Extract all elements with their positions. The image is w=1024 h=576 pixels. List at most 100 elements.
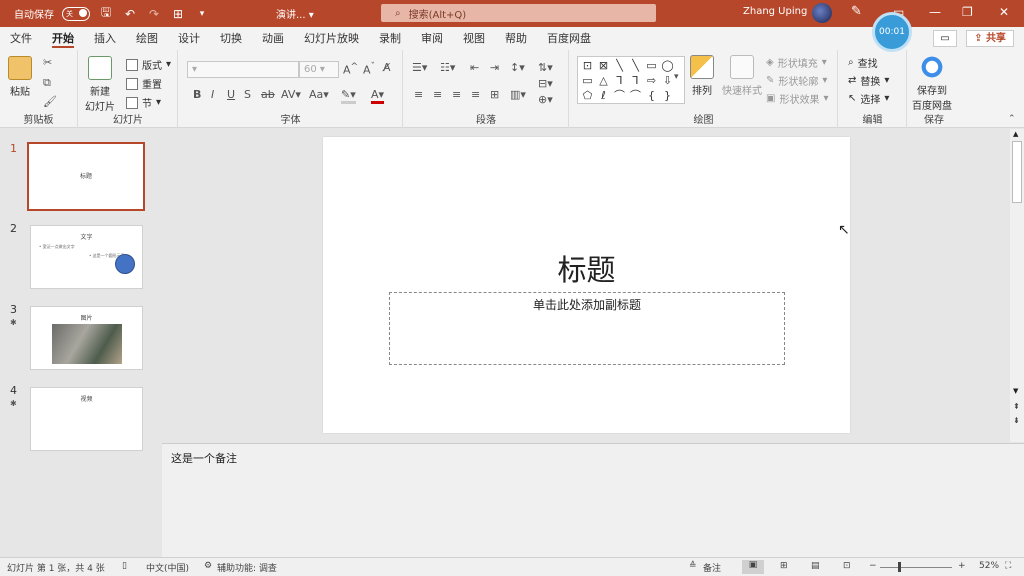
document-title[interactable]: 演讲... ▾ <box>276 6 314 21</box>
font-size-combo[interactable]: 60 ▾ <box>299 61 339 78</box>
tab-slideshow[interactable]: 幻灯片放映 <box>294 27 369 50</box>
select-button[interactable]: ↖ 选择 ▾ <box>848 91 889 106</box>
minimize-icon[interactable]: — <box>929 5 941 19</box>
decrease-indent-icon[interactable]: ⇤ <box>470 61 479 74</box>
scrollbar-thumb[interactable] <box>1012 141 1022 203</box>
bullets-icon[interactable]: ☰▾ <box>412 61 427 74</box>
layout-button[interactable]: 版式 ▾ <box>126 57 171 72</box>
tab-file[interactable]: 文件 <box>0 27 42 50</box>
columns-icon[interactable]: ▥▾ <box>510 88 526 101</box>
scroll-up-icon[interactable]: ▲ <box>1013 130 1018 138</box>
slide-canvas[interactable]: 标题 单击此处添加副标题 <box>323 137 850 433</box>
arrange-button[interactable]: 排列 <box>690 55 714 97</box>
strikethrough-icon[interactable]: ab <box>261 88 275 101</box>
slide-thumbnail-2[interactable]: 文字 • 宽泛一点做出文字 • 这是一个圆形示意 <box>30 225 143 289</box>
format-painter-icon[interactable]: 🖌 <box>43 95 57 108</box>
fit-to-window-icon[interactable]: ⛶ <box>1005 561 1011 571</box>
shapes-more-icon[interactable]: ▾ <box>674 72 679 82</box>
notes-text[interactable]: 这是一个备注 <box>171 450 237 466</box>
arc-shape-icon[interactable]: ⌒ <box>612 89 627 103</box>
justify-icon[interactable]: ≡ <box>471 88 480 101</box>
subtitle-placeholder[interactable]: 单击此处添加副标题 <box>389 292 785 365</box>
section-button[interactable]: 节 ▾ <box>126 95 161 110</box>
freeform-shape-icon[interactable]: ⬠ <box>580 89 595 103</box>
find-button[interactable]: ⌕ 查找 <box>848 55 878 70</box>
autosave-toggle[interactable]: 关 <box>62 6 90 21</box>
accessibility-status[interactable]: 辅助功能: 调查 <box>217 561 277 574</box>
quick-styles-button[interactable]: 快速样式 <box>722 55 762 97</box>
present-icon[interactable]: ⊞ <box>170 6 186 22</box>
tab-design[interactable]: 设计 <box>168 27 210 50</box>
normal-view-icon[interactable]: ▣ <box>742 560 764 574</box>
notes-toggle[interactable]: 备注 <box>703 561 721 574</box>
slide-thumbnail-4[interactable]: 视频 <box>30 387 143 451</box>
slideshow-icon[interactable]: ⊡ <box>843 561 851 571</box>
grow-font-icon[interactable]: A^ <box>343 61 358 77</box>
comments-button[interactable]: ▭ <box>933 30 957 47</box>
align-right-icon[interactable]: ≡ <box>452 88 461 101</box>
search-input[interactable]: ⌕ 搜索(Alt+Q) <box>381 4 656 22</box>
reading-view-icon[interactable]: ▤ <box>811 561 820 571</box>
vtextbox-shape-icon[interactable]: ⊠ <box>596 59 611 73</box>
zoom-slider-thumb[interactable] <box>898 562 901 572</box>
zoom-slider[interactable] <box>880 567 952 568</box>
pen-icon[interactable]: ✎ <box>851 4 862 19</box>
font-color-icon[interactable]: A▾ <box>371 88 385 104</box>
collapse-ribbon-icon[interactable]: ⌃ <box>1008 114 1016 124</box>
user-name[interactable]: Zhang Uping <box>743 6 807 17</box>
connector2-shape-icon[interactable]: ⅂ <box>628 74 643 88</box>
avatar[interactable] <box>812 3 832 23</box>
highlight-icon[interactable]: ✎▾ <box>341 88 356 104</box>
undo-icon[interactable]: ↶ <box>122 6 138 22</box>
tab-review[interactable]: 审阅 <box>411 27 453 50</box>
tab-home[interactable]: 开始 <box>42 27 84 50</box>
tab-insert[interactable]: 插入 <box>84 27 126 50</box>
shape-fill-button[interactable]: ◈ 形状填充 ▾ <box>766 55 827 70</box>
curve-shape-icon[interactable]: ℓ <box>596 89 611 103</box>
next-slide-icon[interactable]: ⇟ <box>1013 416 1020 425</box>
text-direction-icon[interactable]: ⇅▾ <box>538 61 553 74</box>
tab-help[interactable]: 帮助 <box>495 27 537 50</box>
arrow-down-shape-icon[interactable]: ⇩ <box>660 74 675 88</box>
restore-icon[interactable]: ❐ <box>962 5 973 19</box>
change-case-icon[interactable]: Aa▾ <box>309 88 329 101</box>
tab-transitions[interactable]: 切换 <box>210 27 252 50</box>
zoom-in-icon[interactable]: + <box>958 561 966 571</box>
copy-icon[interactable]: ⧉ <box>43 76 51 90</box>
notes-pane[interactable]: 这是一个备注 <box>162 443 1024 557</box>
arrow-right-shape-icon[interactable]: ⇨ <box>644 74 659 88</box>
spelling-icon[interactable]: ▯ <box>122 561 127 571</box>
tab-draw[interactable]: 绘图 <box>126 27 168 50</box>
recording-timer[interactable]: 00:01 <box>872 12 912 52</box>
align-left-icon[interactable]: ≡ <box>414 88 423 101</box>
tab-animations[interactable]: 动画 <box>252 27 294 50</box>
numbering-icon[interactable]: ☷▾ <box>440 61 455 74</box>
brace-left-shape-icon[interactable]: { <box>644 89 659 103</box>
clear-format-icon[interactable]: A̸ <box>383 61 391 74</box>
brace-right-shape-icon[interactable]: } <box>660 89 675 103</box>
font-name-combo[interactable]: ▾ <box>187 61 299 78</box>
line-spacing-icon[interactable]: ↕▾ <box>510 61 525 74</box>
bold-icon[interactable]: B <box>193 88 201 101</box>
increase-indent-icon[interactable]: ⇥ <box>490 61 499 74</box>
slide-thumbnail-3[interactable]: 图片 <box>30 306 143 370</box>
underline-icon[interactable]: U <box>227 88 235 101</box>
paste-button[interactable]: 粘贴 <box>8 56 32 98</box>
customize-qat-icon[interactable]: ▾ <box>194 6 210 22</box>
italic-icon[interactable]: I <box>211 88 214 101</box>
arc2-shape-icon[interactable]: ⌒ <box>628 89 643 103</box>
tab-record[interactable]: 录制 <box>369 27 411 50</box>
align-text-icon[interactable]: ⊟▾ <box>538 77 553 90</box>
scroll-down-icon[interactable]: ▼ <box>1013 387 1018 395</box>
redo-icon[interactable]: ↷ <box>146 6 162 22</box>
save-to-baidu-button[interactable]: 保存到 百度网盘 <box>912 55 952 112</box>
smartart-icon[interactable]: ⊕▾ <box>538 93 553 106</box>
rect2-shape-icon[interactable]: ▭ <box>580 74 595 88</box>
reset-button[interactable]: 重置 <box>126 76 162 91</box>
line-shape-icon[interactable]: ╲ <box>612 59 627 73</box>
align-center-icon[interactable]: ≡ <box>433 88 442 101</box>
save-icon[interactable]: 🖫 <box>98 5 114 22</box>
new-slide-button[interactable]: 新建 幻灯片 <box>85 56 115 113</box>
tab-view[interactable]: 视图 <box>453 27 495 50</box>
shapes-gallery[interactable]: ⊡ ⊠ ╲ ╲ ▭ ◯ ▭ △ ⅂ ⅂ ⇨ ⇩ ⬠ ℓ ⌒ ⌒{} <box>577 56 685 104</box>
